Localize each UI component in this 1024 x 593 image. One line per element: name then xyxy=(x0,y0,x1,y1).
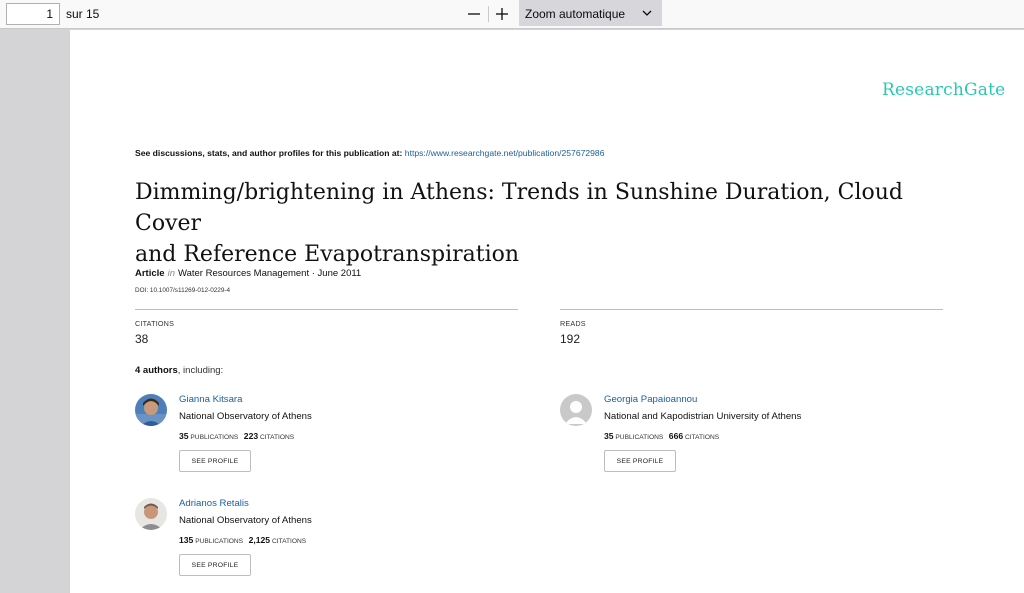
divider-right xyxy=(560,309,943,310)
article-in-label: in xyxy=(167,268,175,279)
author-citations-count: 2,125 xyxy=(248,535,271,545)
avatar-placeholder[interactable] xyxy=(560,394,592,426)
author-citations-count: 223 xyxy=(243,431,259,441)
author-institution: National Observatory of Athens xyxy=(179,411,312,422)
author-citations-count: 666 xyxy=(668,431,684,441)
divider-left xyxy=(135,309,518,310)
authors-heading: 4 authors, including: xyxy=(135,365,223,376)
publication-title-line-2: and Reference Evapotranspiration xyxy=(135,242,520,267)
researchgate-logo: ResearchGate xyxy=(882,80,1006,100)
page-number-input[interactable] xyxy=(6,3,60,25)
plus-icon xyxy=(496,8,508,20)
avatar[interactable] xyxy=(135,498,167,530)
author-publications-count: 35 xyxy=(604,431,614,441)
avatar[interactable] xyxy=(135,394,167,426)
see-profile-button[interactable]: SEE PROFILE xyxy=(604,450,676,472)
author-institution: National and Kapodistrian University of … xyxy=(604,411,802,422)
author-citations-label: CITATIONS xyxy=(259,434,295,441)
zoom-out-button[interactable] xyxy=(461,3,487,25)
author-stats: 35 PUBLICATIONS 223 CITATIONS xyxy=(179,431,294,441)
page-total-label: sur 15 xyxy=(66,7,100,21)
reads-label: READS xyxy=(560,319,586,328)
see-profile-button[interactable]: SEE PROFILE xyxy=(179,450,251,472)
see-profile-button[interactable]: SEE PROFILE xyxy=(179,554,251,576)
author-stats: 35 PUBLICATIONS 666 CITATIONS xyxy=(604,431,719,441)
pdf-page: ResearchGate See discussions, stats, and… xyxy=(70,30,1024,593)
author-publications-label: PUBLICATIONS xyxy=(195,538,244,545)
citations-value: 38 xyxy=(135,332,149,346)
author-citations-label: CITATIONS xyxy=(271,538,307,545)
article-type: Article xyxy=(135,268,165,279)
author-publications-count: 135 xyxy=(179,535,194,545)
author-publications-count: 35 xyxy=(179,431,189,441)
doi-text: DOI: 10.1007/s11269-012-0229-4 xyxy=(135,287,231,294)
author-citations-label: CITATIONS xyxy=(684,434,720,441)
reads-value: 192 xyxy=(560,332,581,346)
author-institution: National Observatory of Athens xyxy=(179,515,312,526)
author-name[interactable]: Adrianos Retalis xyxy=(179,498,249,509)
publication-link[interactable]: https://www.researchgate.net/publication… xyxy=(405,148,605,158)
authors-count: 4 authors xyxy=(135,365,178,376)
see-discussions-text: See discussions, stats, and author profi… xyxy=(135,148,403,158)
pdf-toolbar: sur 15 Zoom automatique xyxy=(0,0,1024,29)
chevron-down-icon xyxy=(642,10,652,16)
zoom-select-label: Zoom automatique xyxy=(525,7,626,21)
author-stats: 135 PUBLICATIONS 2,125 CITATIONS xyxy=(179,535,306,545)
article-source: Water Resources Management · June 2011 xyxy=(177,268,362,279)
minus-icon xyxy=(468,13,480,15)
author-name[interactable]: Gianna Kitsara xyxy=(179,394,242,405)
publication-title-line-1: Dimming/brightening in Athens: Trends in… xyxy=(135,180,904,236)
author-publications-label: PUBLICATIONS xyxy=(190,434,239,441)
author-publications-label: PUBLICATIONS xyxy=(615,434,664,441)
author-name[interactable]: Georgia Papaioannou xyxy=(604,394,697,405)
publication-title: Dimming/brightening in Athens: Trends in… xyxy=(135,177,975,270)
see-discussions-line: See discussions, stats, and author profi… xyxy=(135,148,605,158)
zoom-in-button[interactable] xyxy=(489,3,515,25)
authors-suffix: , including: xyxy=(177,365,224,376)
zoom-select[interactable]: Zoom automatique xyxy=(519,0,662,26)
article-meta: Article in Water Resources Management · Ju… xyxy=(135,268,361,279)
citations-label: CITATIONS xyxy=(135,319,175,328)
